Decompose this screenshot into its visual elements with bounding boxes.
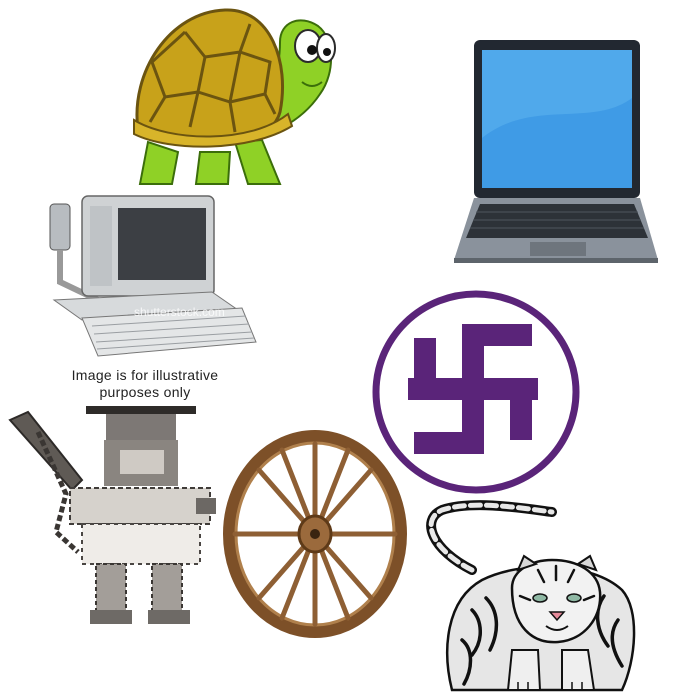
- watermark-text: shutterstock.com: [134, 305, 225, 319]
- desktop-computer-icon: shutterstock.com: [49, 195, 257, 357]
- caption-line-1: Image is for illustrative: [71, 367, 219, 383]
- disclaimer-caption: Image is for illustrative purposes only: [30, 367, 260, 401]
- tiger-icon: [426, 500, 636, 692]
- caption-line-2: purposes only: [99, 384, 191, 400]
- laptop-icon: [454, 40, 658, 263]
- robot-figure-icon: [8, 406, 216, 624]
- wagon-wheel-icon: [223, 430, 407, 638]
- turtle-icon: [133, 8, 336, 185]
